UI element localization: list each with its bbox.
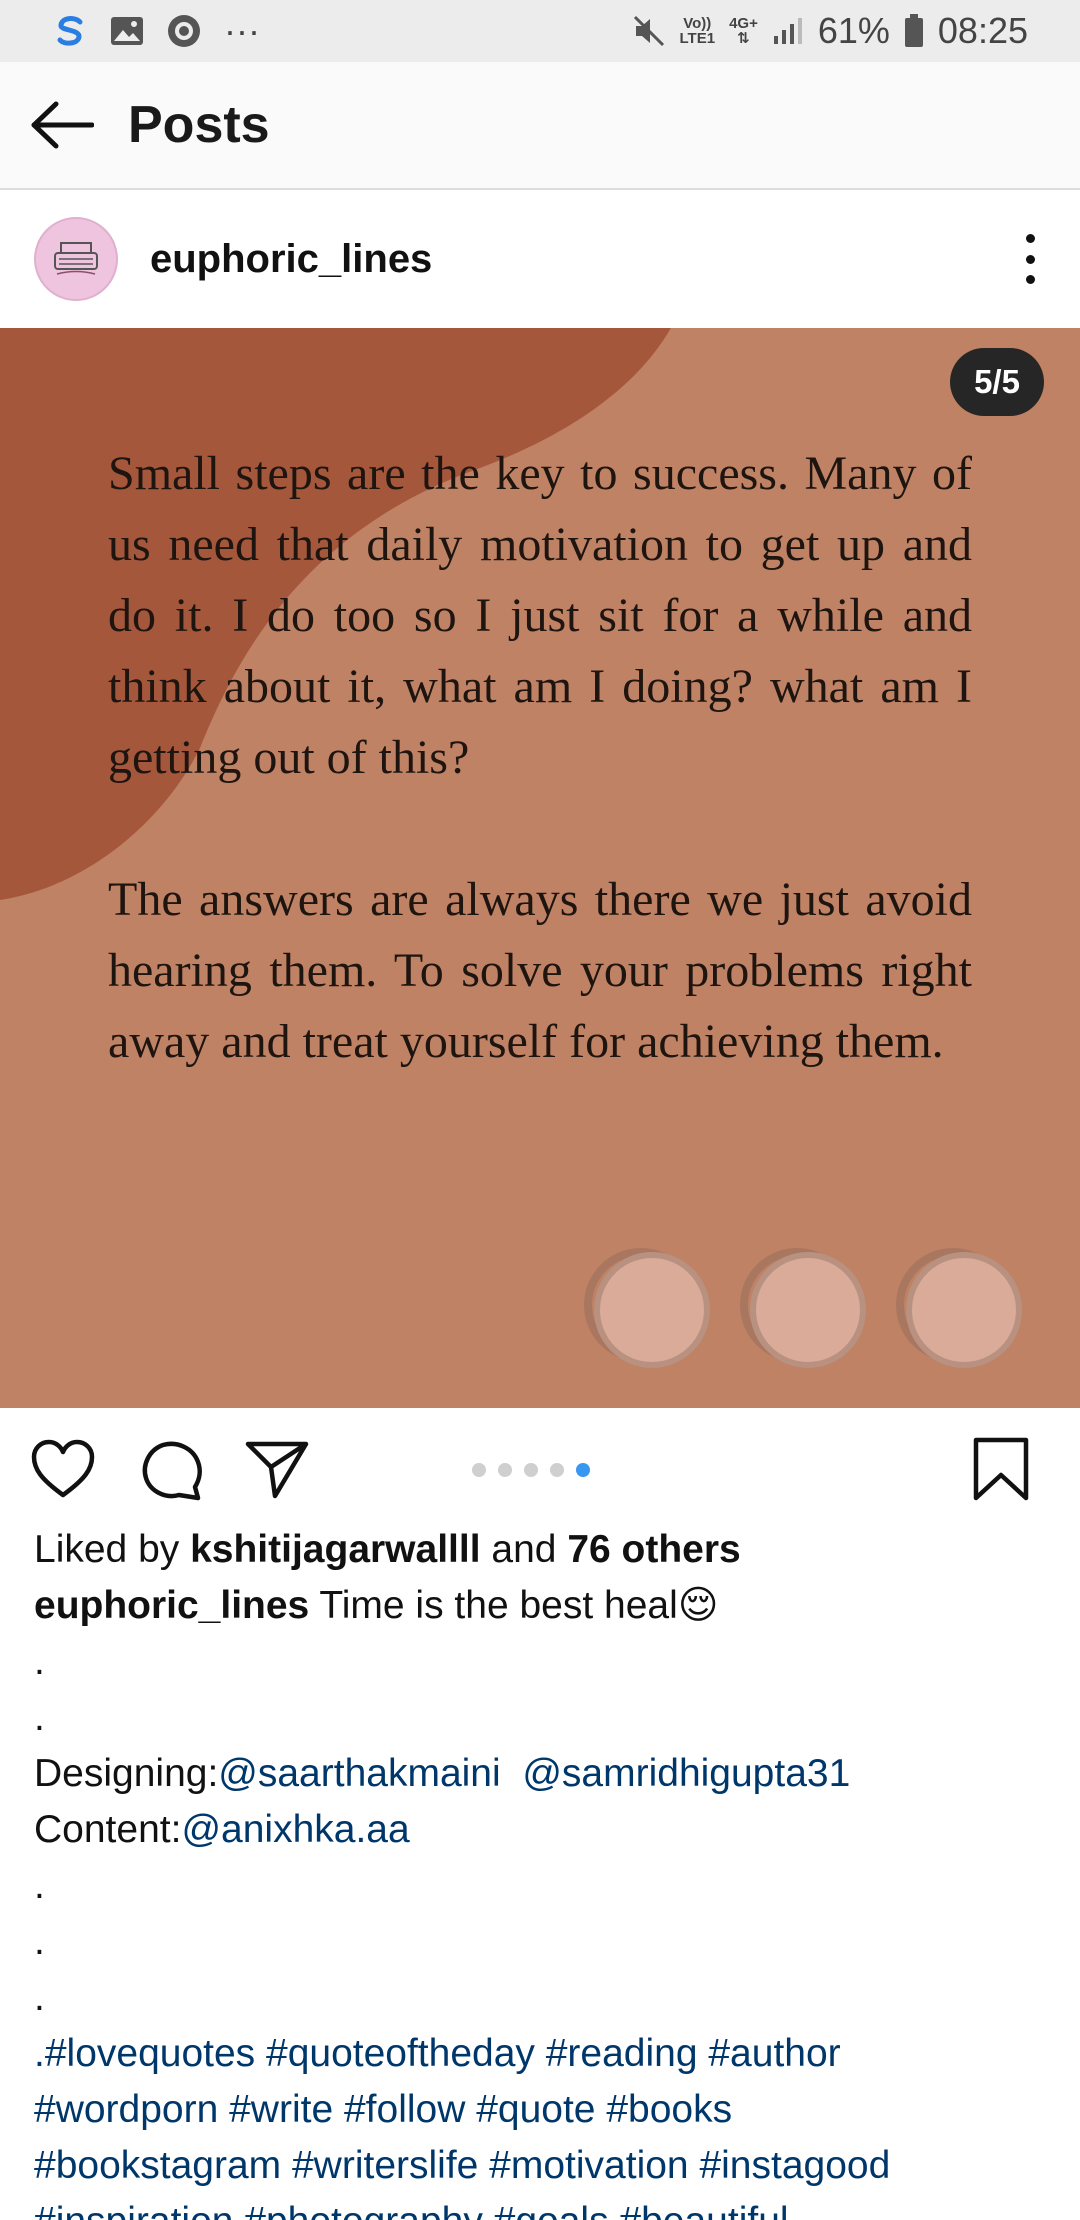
- share-button[interactable]: [244, 1436, 310, 1502]
- content-label: Content:: [34, 1808, 182, 1851]
- hashtags-line[interactable]: #bookstagram #writerslife #motivation #i…: [34, 2138, 1054, 2194]
- mute-icon: [633, 15, 664, 47]
- more-dot: [1025, 275, 1035, 284]
- signal-icon: [773, 18, 802, 44]
- app-bar: Posts: [0, 62, 1080, 190]
- caption-username[interactable]: euphoric_lines: [34, 1584, 309, 1627]
- bookmark-icon: [973, 1437, 1029, 1501]
- carousel-dot[interactable]: [498, 1463, 512, 1477]
- record-icon: [168, 15, 200, 47]
- designing-credit: Designing:@saarthakmaini @samridhigupta3…: [34, 1746, 1054, 1802]
- status-bar-left: ···: [52, 10, 260, 52]
- gallery-icon: [111, 17, 143, 45]
- decorative-circle: [896, 1248, 1022, 1368]
- sync-icon: [57, 16, 83, 46]
- 4g-indicator: 4G+ ⇅: [729, 16, 758, 46]
- comment-button[interactable]: [138, 1436, 204, 1502]
- avatar[interactable]: [34, 217, 118, 301]
- carousel-dot[interactable]: [550, 1463, 564, 1477]
- caption-dot: .: [34, 1976, 45, 2019]
- content-credit: Content:@anixhka.aa: [34, 1802, 1054, 1858]
- caption-dot: .: [34, 1920, 45, 1963]
- likes-middle: and: [480, 1528, 568, 1571]
- carousel-dot[interactable]: [472, 1463, 486, 1477]
- battery-percent: 61%: [817, 10, 890, 51]
- caption-dot: .: [34, 1864, 45, 1907]
- heart-icon: [31, 1439, 95, 1498]
- quote-paragraph-2: The answers are always there we just avo…: [108, 873, 972, 1068]
- hashtags-line[interactable]: .#lovequotes #quoteoftheday #reading #au…: [34, 2026, 1054, 2082]
- post-image-carousel[interactable]: 5/5 Small steps are the key to success. …: [0, 328, 1080, 1408]
- typewriter-logo-icon: [54, 242, 98, 275]
- caption-line: euphoric_lines Time is the best heal😌: [34, 1578, 1054, 1634]
- mention-link[interactable]: @anixhka.aa: [181, 1808, 409, 1851]
- likes-prefix: Liked by: [34, 1528, 191, 1571]
- post-caption: Liked by kshitijagarwallll and 76 others…: [34, 1522, 1054, 2220]
- caption-dot: .: [34, 1696, 45, 1739]
- caption-dot: .: [34, 1640, 45, 1683]
- quote-text: Small steps are the key to success. Many…: [108, 438, 972, 1148]
- more-dot: [1025, 234, 1035, 243]
- arrow-left-icon: [31, 101, 94, 149]
- data-arrows-icon: ⇅: [737, 30, 750, 47]
- hashtags-line[interactable]: #wordporn #write #follow #quote #books: [34, 2082, 1054, 2138]
- volte-indicator: Vo)) LTE1: [680, 16, 716, 46]
- clock: 08:25: [937, 10, 1028, 51]
- slide-counter-badge: 5/5: [950, 348, 1044, 416]
- quote-paragraph-1: Small steps are the key to success. Many…: [108, 447, 972, 784]
- post-username[interactable]: euphoric_lines: [150, 237, 432, 282]
- post-header: euphoric_lines: [0, 190, 1080, 328]
- battery-icon: [904, 14, 923, 47]
- mention-link[interactable]: @saarthakmaini: [218, 1752, 500, 1795]
- like-button[interactable]: [30, 1436, 96, 1502]
- 4g-label: 4G+: [729, 15, 758, 32]
- carousel-dot-active[interactable]: [576, 1463, 590, 1477]
- page-title: Posts: [128, 96, 270, 154]
- volte-label: Vo)): [683, 15, 712, 32]
- caption-text: Time is the best heal😌: [309, 1584, 719, 1627]
- more-notifications-icon: ···: [224, 10, 260, 51]
- lte-label: LTE1: [679, 30, 716, 47]
- status-bar-right: Vo)) LTE1 4G+ ⇅ 61% 08:25: [632, 10, 1028, 52]
- more-options-button[interactable]: [1020, 234, 1040, 284]
- comment-icon: [142, 1441, 202, 1501]
- save-button[interactable]: [968, 1436, 1034, 1502]
- decorative-circle: [740, 1248, 866, 1368]
- status-bar: ··· Vo)) LTE1 4G+ ⇅ 61% 08:25: [0, 0, 1080, 62]
- back-button[interactable]: [30, 93, 94, 157]
- likes-others[interactable]: 76 others: [567, 1528, 740, 1571]
- carousel-indicator: [472, 1463, 590, 1477]
- carousel-dot[interactable]: [524, 1463, 538, 1477]
- designing-label: Designing:: [34, 1752, 219, 1795]
- mention-link[interactable]: @samridhigupta31: [522, 1752, 850, 1795]
- likes-user[interactable]: kshitijagarwallll: [190, 1528, 480, 1571]
- decorative-circle: [584, 1248, 710, 1368]
- more-dot: [1025, 254, 1035, 264]
- hashtags-line[interactable]: #inspiration #photography #goals #beauti…: [34, 2194, 1054, 2220]
- likes-line[interactable]: Liked by kshitijagarwallll and 76 others: [34, 1522, 1054, 1578]
- decorative-circles: [584, 1248, 1022, 1368]
- send-icon: [245, 1441, 309, 1499]
